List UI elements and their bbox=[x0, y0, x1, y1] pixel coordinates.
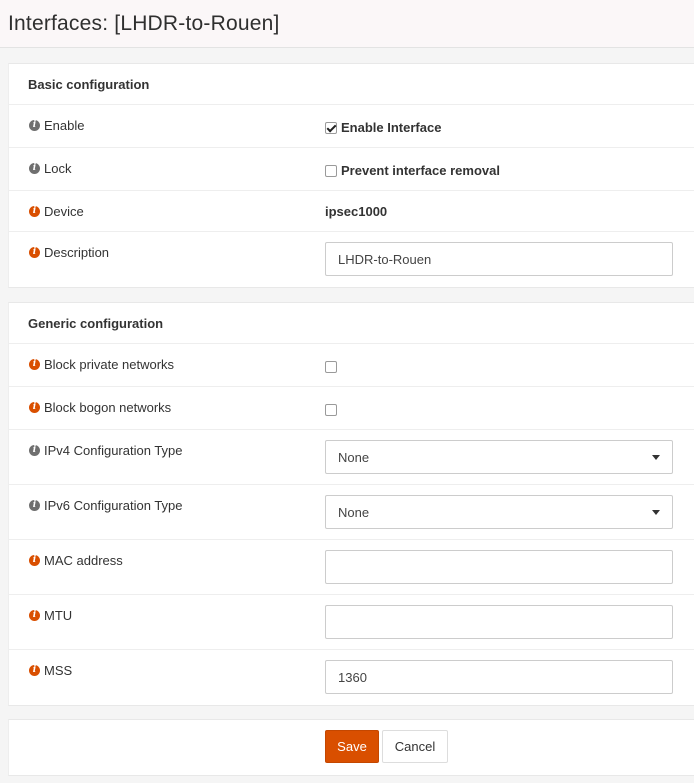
block-private-label: Block private networks bbox=[44, 357, 175, 372]
block-private-control bbox=[325, 358, 337, 373]
enable-label: Enable bbox=[44, 118, 85, 133]
caret-down-icon bbox=[652, 454, 660, 460]
enable-control: Enable Interface bbox=[325, 119, 441, 135]
mtu-row: i MTU bbox=[9, 595, 694, 650]
mac-address-input[interactable] bbox=[325, 550, 673, 584]
mtu-label: MTU bbox=[44, 608, 73, 623]
ipv6-type-label: IPv6 Configuration Type bbox=[44, 498, 183, 513]
info-icon[interactable]: i bbox=[29, 359, 40, 370]
device-control: ipsec1000 bbox=[325, 204, 387, 219]
block-bogon-row: i Block bogon networks bbox=[9, 387, 694, 430]
enable-interface-checkbox-label[interactable]: Enable Interface bbox=[341, 120, 441, 135]
basic-configuration-heading: Basic configuration bbox=[9, 64, 694, 105]
block-private-label-group: i Block private networks bbox=[29, 357, 174, 372]
info-icon[interactable]: i bbox=[29, 206, 40, 217]
ipv4-type-select[interactable]: None bbox=[325, 440, 673, 474]
mss-input[interactable] bbox=[325, 660, 673, 694]
info-icon[interactable]: i bbox=[29, 445, 40, 456]
generic-configuration-heading: Generic configuration bbox=[9, 303, 694, 344]
ipv4-type-label: IPv4 Configuration Type bbox=[44, 443, 183, 458]
ipv6-type-control: None bbox=[325, 495, 673, 529]
mtu-label-group: i MTU bbox=[29, 608, 72, 623]
actions-panel: Save Cancel bbox=[8, 719, 694, 776]
lock-label: Lock bbox=[44, 161, 72, 176]
mtu-control bbox=[325, 605, 673, 639]
mss-row: i MSS bbox=[9, 650, 694, 705]
ipv4-type-label-group: i IPv4 Configuration Type bbox=[29, 443, 183, 458]
mac-address-row: i MAC address bbox=[9, 540, 694, 595]
block-private-checkbox[interactable] bbox=[325, 360, 337, 373]
description-label: Description bbox=[44, 245, 110, 260]
mac-address-label: MAC address bbox=[44, 553, 123, 568]
info-icon[interactable]: i bbox=[29, 163, 40, 174]
ipv4-type-selected-value: None bbox=[338, 449, 370, 465]
description-label-group: i Description bbox=[29, 245, 109, 260]
mss-label: MSS bbox=[44, 663, 73, 678]
info-icon[interactable]: i bbox=[29, 500, 40, 511]
cancel-button[interactable]: Cancel bbox=[382, 730, 448, 763]
enable-interface-checkbox[interactable] bbox=[325, 121, 337, 134]
info-icon[interactable]: i bbox=[29, 120, 40, 131]
ipv4-type-control: None bbox=[325, 440, 673, 474]
block-private-row: i Block private networks bbox=[9, 344, 694, 387]
lock-row: i Lock Prevent interface removal bbox=[9, 148, 694, 191]
device-value: ipsec1000 bbox=[325, 204, 388, 219]
device-label-group: i Device bbox=[29, 204, 84, 219]
info-icon[interactable]: i bbox=[29, 402, 40, 413]
lock-label-group: i Lock bbox=[29, 161, 71, 176]
description-control bbox=[325, 242, 673, 276]
mac-address-control bbox=[325, 550, 673, 584]
mss-control bbox=[325, 660, 673, 694]
info-icon[interactable]: i bbox=[29, 610, 40, 621]
enable-row: i Enable Enable Interface bbox=[9, 105, 694, 148]
device-row: i Device ipsec1000 bbox=[9, 191, 694, 232]
page-header: Interfaces: [LHDR-to-Rouen] bbox=[0, 0, 694, 48]
mtu-input[interactable] bbox=[325, 605, 673, 639]
generic-configuration-panel: Generic configuration i Block private ne… bbox=[8, 302, 694, 706]
caret-down-icon bbox=[652, 509, 660, 515]
basic-configuration-panel: Basic configuration i Enable Enable Inte… bbox=[8, 63, 694, 288]
block-bogon-control bbox=[325, 401, 337, 416]
ipv4-type-row: i IPv4 Configuration Type None bbox=[9, 430, 694, 485]
enable-label-group: i Enable bbox=[29, 118, 84, 133]
description-row: i Description bbox=[9, 232, 694, 287]
ipv6-type-row: i IPv6 Configuration Type None bbox=[9, 485, 694, 540]
save-button[interactable]: Save bbox=[325, 730, 379, 763]
mac-address-label-group: i MAC address bbox=[29, 553, 123, 568]
ipv6-type-selected-value: None bbox=[338, 504, 370, 520]
block-bogon-label: Block bogon networks bbox=[44, 400, 172, 415]
device-label: Device bbox=[44, 204, 84, 219]
lock-control: Prevent interface removal bbox=[325, 162, 500, 178]
prevent-removal-checkbox[interactable] bbox=[325, 164, 337, 177]
prevent-removal-checkbox-label[interactable]: Prevent interface removal bbox=[341, 163, 500, 178]
block-bogon-label-group: i Block bogon networks bbox=[29, 400, 171, 415]
info-icon[interactable]: i bbox=[29, 247, 40, 258]
ipv6-type-select[interactable]: None bbox=[325, 495, 673, 529]
ipv6-type-label-group: i IPv6 Configuration Type bbox=[29, 498, 183, 513]
info-icon[interactable]: i bbox=[29, 555, 40, 566]
block-bogon-checkbox[interactable] bbox=[325, 403, 337, 416]
mss-label-group: i MSS bbox=[29, 663, 72, 678]
description-input[interactable] bbox=[325, 242, 673, 276]
info-icon[interactable]: i bbox=[29, 665, 40, 676]
page-title: Interfaces: [LHDR-to-Rouen] bbox=[8, 11, 280, 35]
